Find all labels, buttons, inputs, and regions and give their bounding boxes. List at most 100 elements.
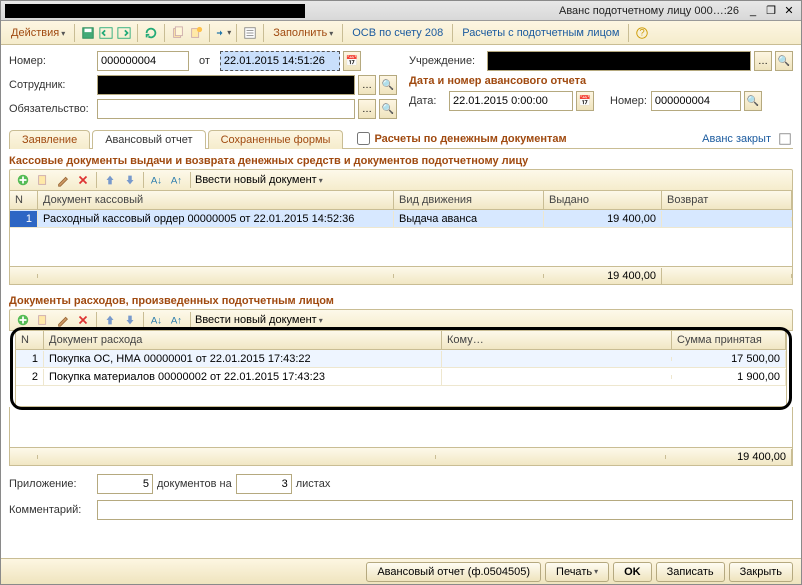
window-title: Аванс подотчетному лицу 000…:26 [313, 5, 743, 17]
save-button[interactable]: Записать [656, 562, 725, 582]
edit-icon[interactable] [54, 171, 72, 189]
copy-row-icon-2[interactable] [34, 311, 52, 329]
fill-menu[interactable]: Заполнить [269, 25, 337, 41]
total-expense: 19 400,00 [666, 449, 792, 465]
close-form-button[interactable]: Закрыть [729, 562, 793, 582]
tab-advance-report[interactable]: Авансовый отчет [92, 130, 205, 149]
enter-new-doc-2[interactable]: Ввести новый документ [195, 314, 323, 326]
advance-closed-link[interactable]: Аванс закрыт [696, 131, 777, 147]
title-blackout [5, 4, 305, 18]
svg-text:?: ? [640, 27, 645, 38]
employee-label: Сотрудник: [9, 79, 93, 91]
close-button[interactable]: ✕ [781, 4, 797, 18]
institution-search-button[interactable]: 🔍 [775, 51, 793, 71]
tabs: Заявление Авансовый отчет Сохраненные фо… [9, 129, 793, 149]
col2-sum[interactable]: Сумма принятая [672, 331, 786, 349]
sort-desc-icon-2[interactable]: A↑ [168, 311, 186, 329]
sheets-label: листах [296, 478, 331, 490]
institution-select-button[interactable]: … [754, 51, 772, 71]
save-icon[interactable] [80, 25, 96, 41]
enter-new-doc-1[interactable]: Ввести новый документ [195, 174, 323, 186]
grid-expense-foot: 19 400,00 [9, 407, 793, 466]
help-icon[interactable]: ? [634, 25, 650, 41]
title-bar: Аванс подотчетному лицу 000…:26 _ ❐ ✕ [1, 1, 801, 21]
sort-asc-icon-2[interactable]: A↓ [148, 311, 166, 329]
report-number-search-button[interactable]: 🔍 [744, 91, 762, 111]
delete-icon[interactable] [74, 171, 92, 189]
docs-on-label: документов на [157, 478, 232, 490]
table-row[interactable]: 1 Покупка ОС, НМА 00000001 от 22.01.2015… [16, 350, 786, 368]
col2-n[interactable]: N [16, 331, 44, 349]
col2-doc[interactable]: Документ расхода [44, 331, 442, 349]
number-input[interactable]: 000000004 [97, 51, 189, 71]
table-row[interactable]: 2 Покупка материалов 00000002 от 22.01.2… [16, 368, 786, 386]
col-type[interactable]: Вид движения [394, 191, 544, 209]
col-return[interactable]: Возврат [662, 191, 792, 209]
svg-text:A↑: A↑ [171, 316, 182, 327]
sort-desc-icon[interactable]: A↑ [168, 171, 186, 189]
money-docs-label: Расчеты по денежным документам [374, 133, 566, 145]
delete-icon-2[interactable] [74, 311, 92, 329]
refresh-icon[interactable] [143, 25, 159, 41]
add-icon[interactable] [14, 171, 32, 189]
total-issued: 19 400,00 [544, 268, 662, 284]
comment-label: Комментарий: [9, 504, 93, 516]
datetime-calendar-button[interactable]: 📅 [343, 51, 361, 71]
col-n[interactable]: N [10, 191, 38, 209]
attachment-count-input[interactable]: 5 [97, 474, 153, 494]
add-icon-2[interactable] [14, 311, 32, 329]
calc-link[interactable]: Расчеты с подотчетным лицом [458, 25, 623, 41]
date-label: Дата: [409, 95, 445, 107]
copy-row-icon[interactable] [34, 171, 52, 189]
nav-prev-icon[interactable] [98, 25, 114, 41]
report-date-calendar-button[interactable]: 📅 [576, 91, 594, 111]
minimize-button[interactable]: _ [745, 4, 761, 18]
col2-to[interactable]: Кому… [442, 331, 672, 349]
move-down-icon[interactable] [121, 171, 139, 189]
table-row[interactable]: 1 Расходный кассовый ордер 00000005 от 2… [10, 210, 792, 228]
move-up-icon[interactable] [101, 171, 119, 189]
section1-toolbar: A↓ A↑ Ввести новый документ [9, 169, 793, 191]
employee-input[interactable] [97, 75, 355, 95]
edit-icon-2[interactable] [54, 311, 72, 329]
move-down-icon-2[interactable] [121, 311, 139, 329]
sheets-count-input[interactable]: 3 [236, 474, 292, 494]
restore-button[interactable]: ❐ [763, 4, 779, 18]
money-docs-checkbox[interactable] [357, 132, 370, 145]
form-button[interactable]: Авансовый отчет (ф.0504505) [366, 562, 541, 582]
main-toolbar: Действия Заполнить ОСВ по счету 208 Расч… [1, 21, 801, 45]
sort-asc-icon[interactable]: A↓ [148, 171, 166, 189]
move-up-icon-2[interactable] [101, 311, 119, 329]
col-doc[interactable]: Документ кассовый [38, 191, 394, 209]
ok-button[interactable]: OK [613, 562, 652, 582]
datetime-input[interactable]: 22.01.2015 14:51:26 [220, 51, 340, 71]
report-heading: Дата и номер авансового отчета [409, 75, 793, 87]
tab-application[interactable]: Заявление [9, 130, 90, 149]
obligation-search-button[interactable]: 🔍 [379, 99, 397, 119]
from-label: от [199, 55, 210, 67]
comment-input[interactable] [97, 500, 793, 520]
report-number-input[interactable]: 000000004 [651, 91, 741, 111]
svg-text:A↓: A↓ [151, 316, 162, 327]
obligation-input[interactable] [97, 99, 355, 119]
obligation-select-button[interactable]: … [358, 99, 376, 119]
section2-toolbar: A↓ A↑ Ввести новый документ [9, 309, 793, 331]
report-date-input[interactable]: 22.01.2015 0:00:00 [449, 91, 573, 111]
obligation-label: Обязательство: [9, 103, 93, 115]
employee-search-button[interactable]: 🔍 [379, 75, 397, 95]
go-icon[interactable] [215, 25, 231, 41]
copy-icon[interactable] [170, 25, 186, 41]
print-button[interactable]: Печать [545, 562, 609, 582]
col-issued[interactable]: Выдано [544, 191, 662, 209]
new-copy-icon[interactable] [188, 25, 204, 41]
nav-next-icon[interactable] [116, 25, 132, 41]
list-icon[interactable] [242, 25, 258, 41]
actions-menu[interactable]: Действия [7, 25, 69, 41]
advance-closed-icon[interactable] [777, 131, 793, 147]
osv-link[interactable]: ОСВ по счету 208 [348, 25, 447, 41]
employee-select-button[interactable]: … [358, 75, 376, 95]
attachment-label: Приложение: [9, 478, 93, 490]
institution-input[interactable] [487, 51, 751, 71]
grid-expense-docs: N Документ расхода Кому… Сумма принятая … [15, 331, 787, 407]
tab-saved-forms[interactable]: Сохраненные формы [208, 130, 344, 149]
